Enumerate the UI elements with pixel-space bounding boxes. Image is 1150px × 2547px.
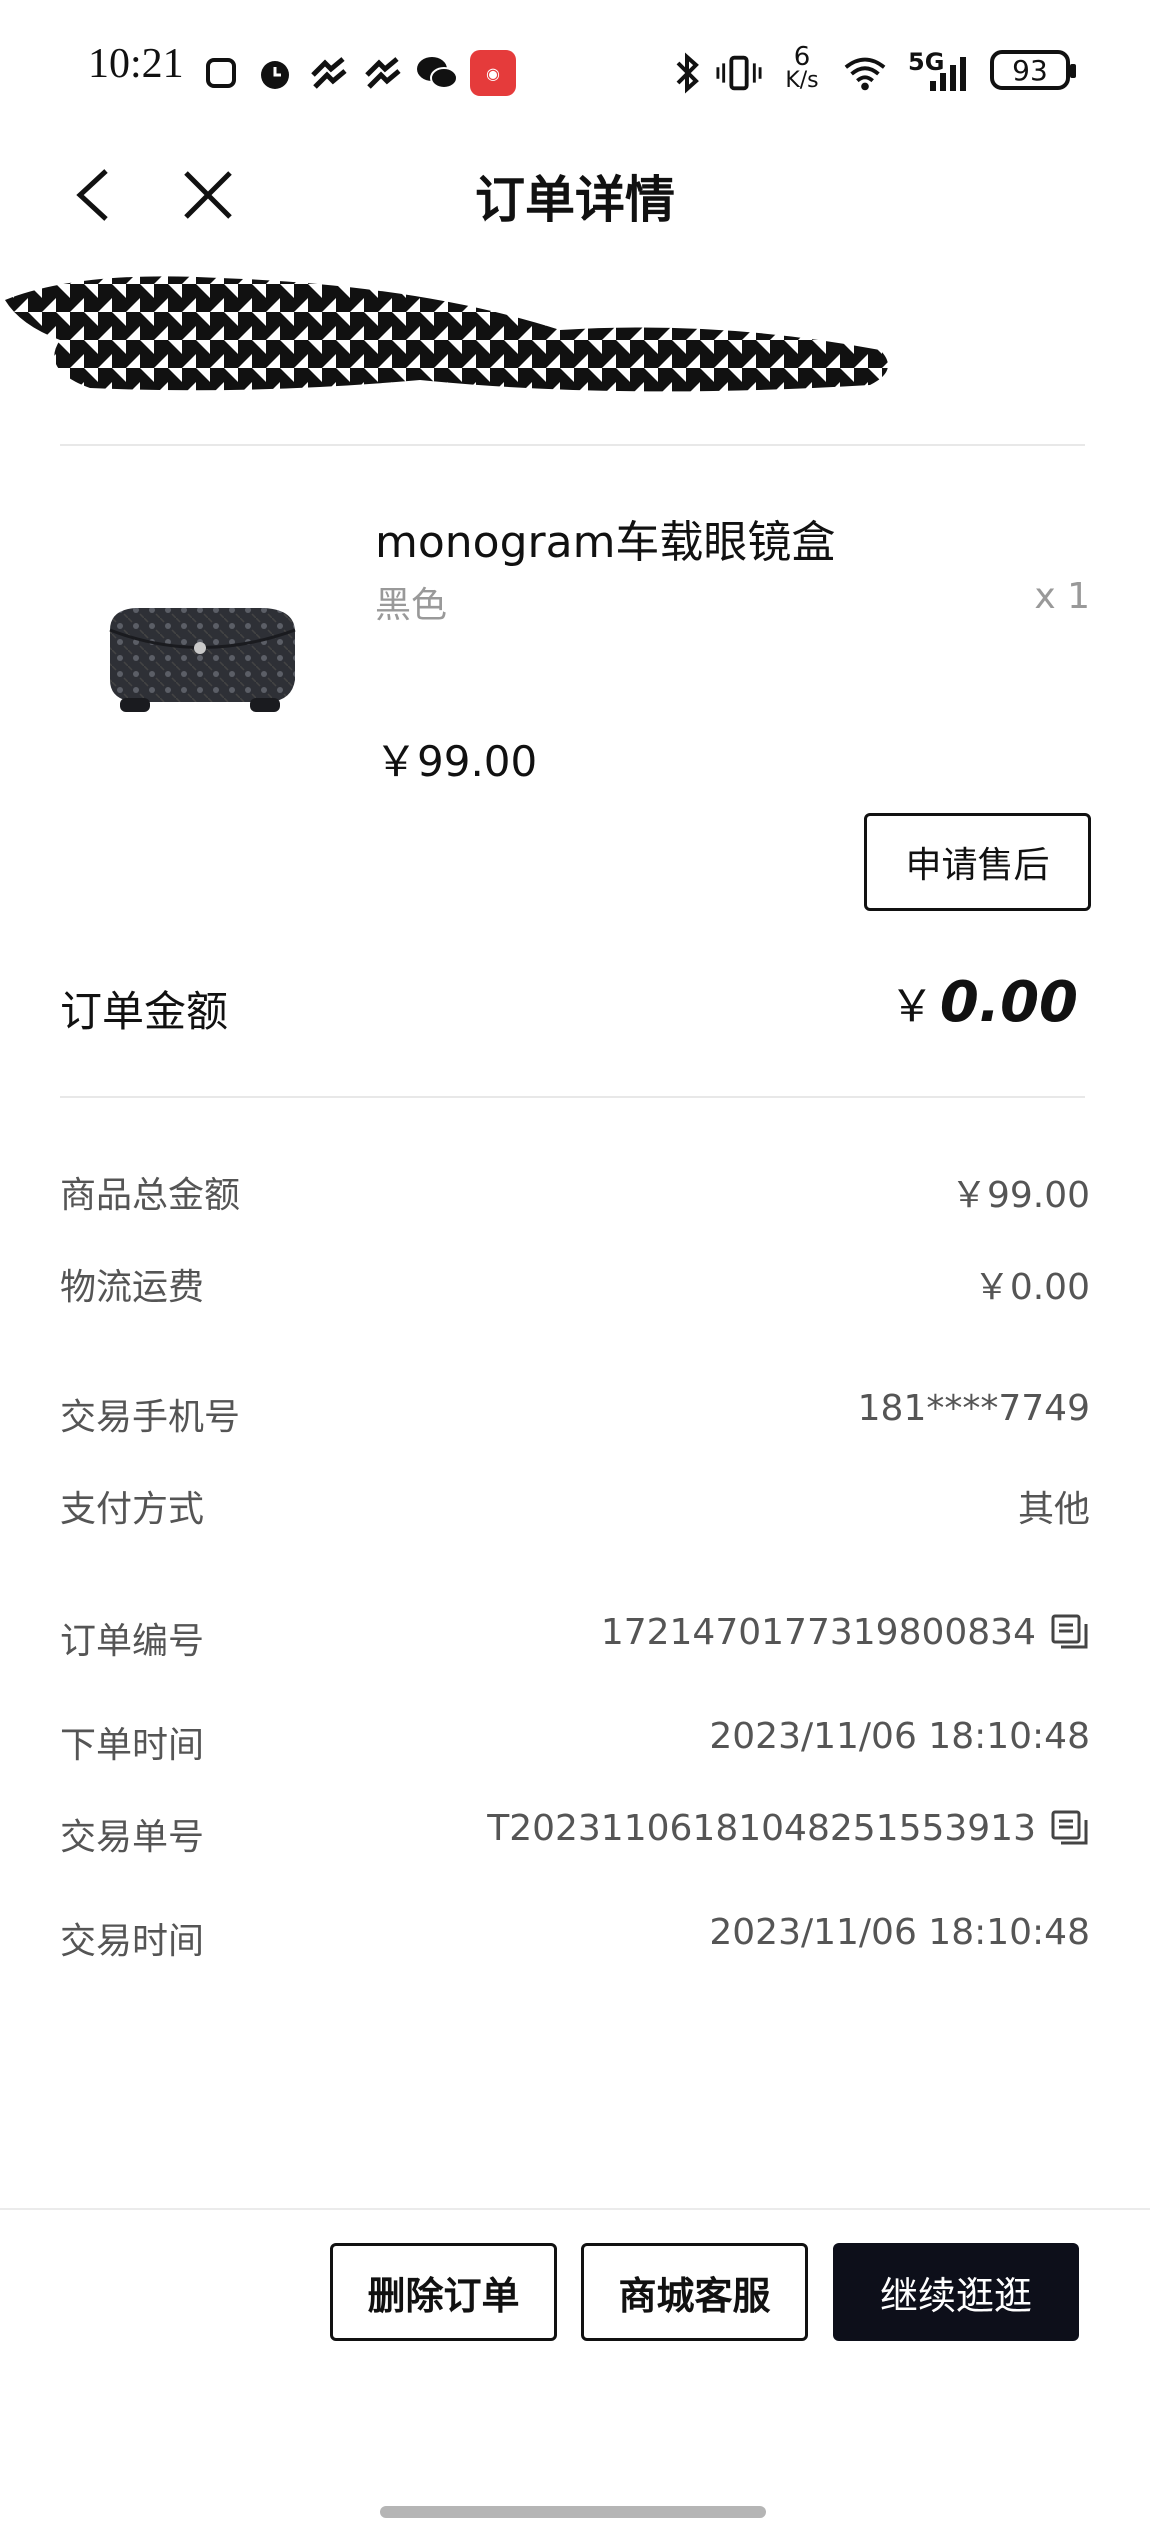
detail-label-order-time: 下单时间	[60, 1725, 205, 1766]
detail-value-goods-total: ￥99.00	[951, 1166, 1090, 1218]
redaction-scribble	[5, 276, 888, 392]
divider	[60, 1096, 1085, 1098]
wechat-icon	[414, 50, 460, 96]
product-image[interactable]	[80, 570, 320, 740]
detail-label-phone: 交易手机号	[60, 1397, 241, 1438]
copy-icon[interactable]	[1050, 1613, 1090, 1653]
delete-order-button[interactable]: 删除订单	[330, 2243, 557, 2341]
detail-value-shipping: ￥0.00	[974, 1258, 1090, 1310]
detail-value-text: 其他	[1017, 1489, 1090, 1530]
detail-value-order-time: 2023/11/06 18:10:48	[709, 1716, 1090, 1757]
detail-value-text: ￥0.00	[973, 1267, 1090, 1308]
net-speed-unit: K/s	[785, 68, 819, 93]
alarm-icon	[252, 50, 298, 96]
detail-value-text: 1721470177319800834	[600, 1612, 1036, 1653]
detail-value-phone: 181****7749	[858, 1388, 1090, 1429]
detail-label-transaction-number: 交易单号	[60, 1817, 205, 1858]
order-total-amount: 0.00	[939, 970, 1078, 1035]
detail-label-order-number: 订单编号	[60, 1621, 205, 1662]
detail-value-text: 2023/11/06 18:10:48	[709, 1912, 1090, 1953]
detail-value-text: ￥99.00	[950, 1175, 1090, 1216]
net-speed-value: 6	[793, 42, 811, 72]
order-total-label: 订单金额	[60, 987, 229, 1036]
bluetooth-icon	[664, 50, 710, 96]
nfc-icon	[198, 50, 244, 96]
detail-value-order-number: 1721470177319800834	[601, 1612, 1090, 1653]
app-badge-icon: ◉	[470, 50, 516, 96]
customer-service-button[interactable]: 商城客服	[581, 2243, 808, 2341]
vibrate-icon	[716, 50, 762, 96]
page-title: 订单详情	[475, 170, 675, 229]
detail-value-transaction-time: 2023/11/06 18:10:48	[709, 1912, 1090, 1953]
detail-value-text: T20231106181048251553913	[487, 1808, 1036, 1849]
product-name[interactable]: monogram车载眼镜盒	[375, 506, 835, 570]
app-notification-icon	[306, 50, 352, 96]
detail-label-transaction-time: 交易时间	[60, 1921, 205, 1962]
cell-signal-icon	[926, 50, 972, 96]
wifi-icon	[842, 50, 888, 96]
detail-label-payment: 支付方式	[60, 1489, 205, 1530]
product-variant: 黑色	[375, 585, 448, 626]
status-time: 10:21	[88, 41, 184, 87]
home-indicator[interactable]	[380, 2506, 766, 2518]
detail-label-goods-total: 商品总金额	[60, 1175, 241, 1216]
order-total-value: ￥ 0.00	[890, 970, 1078, 1035]
divider	[60, 444, 1085, 446]
copy-icon[interactable]	[1050, 1809, 1090, 1849]
bottom-bar-divider	[0, 2208, 1150, 2210]
detail-value-payment: 其他	[1018, 1480, 1090, 1532]
detail-label-shipping: 物流运费	[60, 1267, 205, 1308]
app-notification-icon	[360, 50, 406, 96]
product-quantity: x 1	[1034, 576, 1090, 617]
currency-symbol: ￥	[889, 981, 934, 1032]
battery-indicator: 93	[990, 50, 1076, 90]
detail-value-text: 2023/11/06 18:10:48	[709, 1716, 1090, 1757]
net-speed: 6 K/s	[782, 44, 822, 92]
product-price: ￥99.00	[375, 737, 538, 786]
detail-value-text: 181****7749	[857, 1388, 1090, 1429]
after-sale-button[interactable]: 申请售后	[864, 813, 1091, 911]
detail-value-transaction-number: T20231106181048251553913	[487, 1808, 1090, 1849]
continue-shopping-button[interactable]: 继续逛逛	[833, 2243, 1079, 2341]
